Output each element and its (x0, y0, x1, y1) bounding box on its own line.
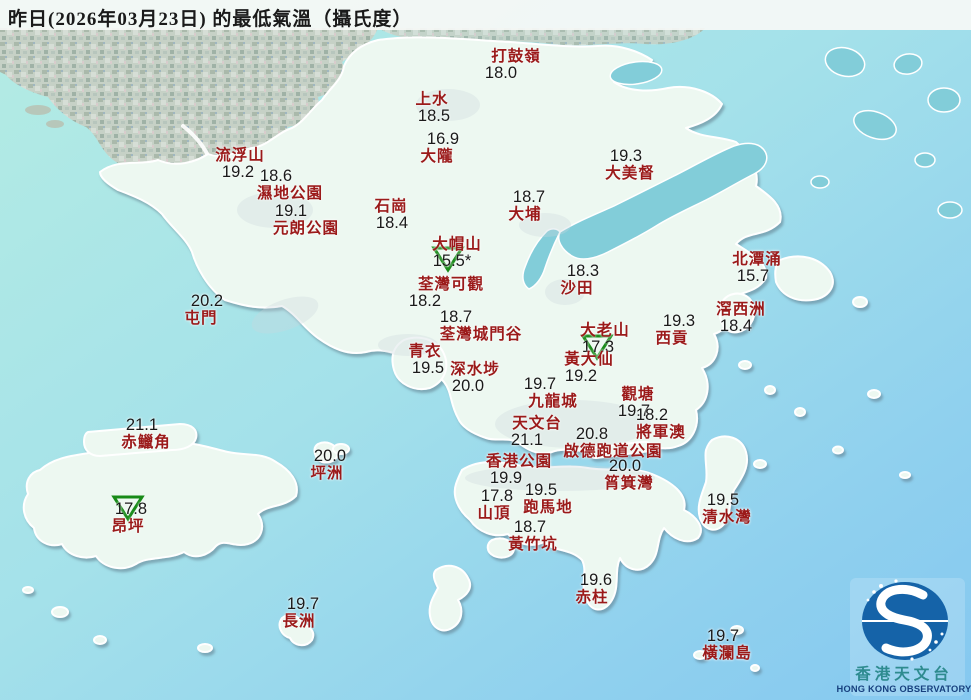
station-value: 19.5 (524, 481, 558, 499)
station-name: 清水灣 (702, 509, 752, 526)
station-label: 滘西洲 18.4 (716, 301, 766, 335)
station-value: 15.5* (432, 252, 472, 270)
station-name: 西貢 (655, 330, 689, 347)
station-name: 流浮山 (215, 147, 265, 164)
station-name: 荃灣可觀 (417, 276, 485, 293)
station-label: 青衣 19.5 (408, 343, 445, 377)
station-label: 大帽山 15.5* (432, 236, 482, 270)
station-value: 18.0 (484, 64, 518, 82)
station-value: 18.7 (513, 518, 547, 536)
station-value: 19.1 (274, 202, 308, 220)
station-label: 19.7 橫瀾島 (702, 628, 752, 663)
station-value: 18.4 (719, 317, 753, 335)
station-value: 18.4 (375, 214, 409, 232)
station-label: 19.6 赤柱 (575, 572, 612, 607)
station-name: 長洲 (282, 613, 316, 630)
station-value: 15.7 (736, 267, 770, 285)
map-title: 昨日(2026年03月23日) 的最低氣溫（攝氏度） (8, 9, 413, 30)
station-name: 香港公園 (485, 453, 553, 470)
station-label: 18.7 荃灣城門谷 (439, 309, 523, 344)
station-label: 17.8 昂坪 (111, 500, 148, 536)
station-value: 19.3 (662, 312, 696, 330)
station-name: 滘西洲 (716, 301, 766, 318)
station-value: 18.6 (259, 167, 293, 185)
station-value: 16.9 (426, 130, 460, 148)
station-label: 石崗 18.4 (374, 198, 409, 232)
station-value: 19.7 (523, 375, 557, 393)
station-value: 19.6 (579, 571, 613, 589)
station-label: 20.0 筲箕灣 (604, 458, 654, 493)
station-label: 18.7 大埔 (508, 189, 545, 224)
station-value: 20.2 (190, 292, 224, 310)
station-label: 21.1 赤鱲角 (121, 417, 171, 452)
station-name: 沙田 (560, 280, 594, 297)
station-value: 19.5 (411, 359, 445, 377)
station-label: 19.3 西貢 (655, 313, 695, 348)
station-labels-layer: 昨日(2026年03月23日) 的最低氣溫（攝氏度） 打鼓嶺 18.0 上水 18.5… (0, 0, 971, 700)
station-name: 大帽山 (432, 236, 482, 253)
station-value: 18.7 (439, 308, 473, 326)
station-name: 元朗公園 (272, 220, 340, 237)
station-label: 18.3 沙田 (560, 263, 599, 298)
station-value: 17.8 (480, 487, 514, 505)
station-value: 19.5 (706, 491, 740, 509)
station-value: 19.7 (286, 595, 320, 613)
station-name: 荃灣城門谷 (439, 326, 523, 343)
station-name: 赤柱 (575, 589, 609, 606)
station-name: 昂坪 (111, 518, 145, 535)
station-value: 18.2 (635, 406, 669, 424)
station-label: 打鼓嶺 18.0 (485, 48, 541, 82)
station-label: 20.8 啟德跑道公園 (563, 426, 662, 461)
station-name: 跑馬地 (523, 499, 573, 516)
station-label: 荃灣可觀 18.2 (409, 276, 485, 310)
station-name: 黃大仙 (564, 351, 614, 368)
station-label: 上水 18.5 (415, 91, 451, 125)
station-value: 18.5 (417, 107, 451, 125)
station-value: 20.8 (575, 425, 609, 443)
station-label: 深水埗 20.0 (450, 361, 500, 395)
station-name: 打鼓嶺 (491, 48, 541, 65)
station-label: 18.7 黃竹坑 (508, 518, 558, 554)
station-name: 大埔 (508, 206, 542, 223)
station-value: 17.8 (114, 500, 148, 518)
station-value: 20.0 (313, 447, 347, 465)
station-name: 黃竹坑 (508, 536, 558, 553)
station-label: 19.5 清水灣 (702, 492, 752, 527)
station-value: 20.0 (608, 457, 642, 475)
station-name: 大老山 (580, 322, 630, 339)
station-value: 19.3 (609, 147, 643, 165)
station-value: 21.1 (125, 416, 159, 434)
station-label: 19.7 九龍城 (524, 376, 578, 411)
station-name: 石崗 (374, 198, 408, 215)
station-value: 18.7 (512, 188, 546, 206)
station-label: 20.0 坪洲 (310, 447, 347, 483)
station-label: 19.5 跑馬地 (523, 482, 573, 517)
station-name: 北潭涌 (732, 251, 782, 268)
station-label: 16.9 大隴 (420, 131, 459, 166)
station-label: 19.3 大美督 (605, 148, 655, 183)
station-name: 大美督 (605, 165, 655, 182)
station-name: 九龍城 (528, 393, 578, 410)
station-value: 20.0 (451, 377, 485, 395)
station-name: 屯門 (184, 310, 218, 327)
station-name: 觀塘 (621, 386, 655, 403)
station-name: 大隴 (420, 148, 454, 165)
weather-map: 香港天文台 HONG KONG OBSERVATORY 昨日(2026年03月2… (0, 0, 971, 700)
station-value: 19.7 (706, 627, 740, 645)
station-label: 17.8 山頂 (477, 487, 514, 523)
station-name: 深水埗 (450, 361, 500, 378)
station-label: 19.1 元朗公園 (272, 203, 340, 238)
station-name: 橫瀾島 (702, 645, 752, 662)
station-name: 上水 (415, 91, 449, 108)
station-label: 18.6 濕地公園 (256, 168, 324, 203)
station-name: 筲箕灣 (604, 475, 654, 492)
station-label: 19.7 長洲 (282, 596, 319, 631)
station-value: 18.3 (566, 262, 600, 280)
station-name: 坪洲 (310, 465, 344, 482)
station-name: 濕地公園 (256, 185, 324, 202)
station-name: 青衣 (408, 343, 442, 360)
station-label: 北潭涌 15.7 (732, 251, 782, 285)
station-name: 赤鱲角 (121, 434, 171, 451)
station-label: 20.2 屯門 (184, 293, 223, 328)
